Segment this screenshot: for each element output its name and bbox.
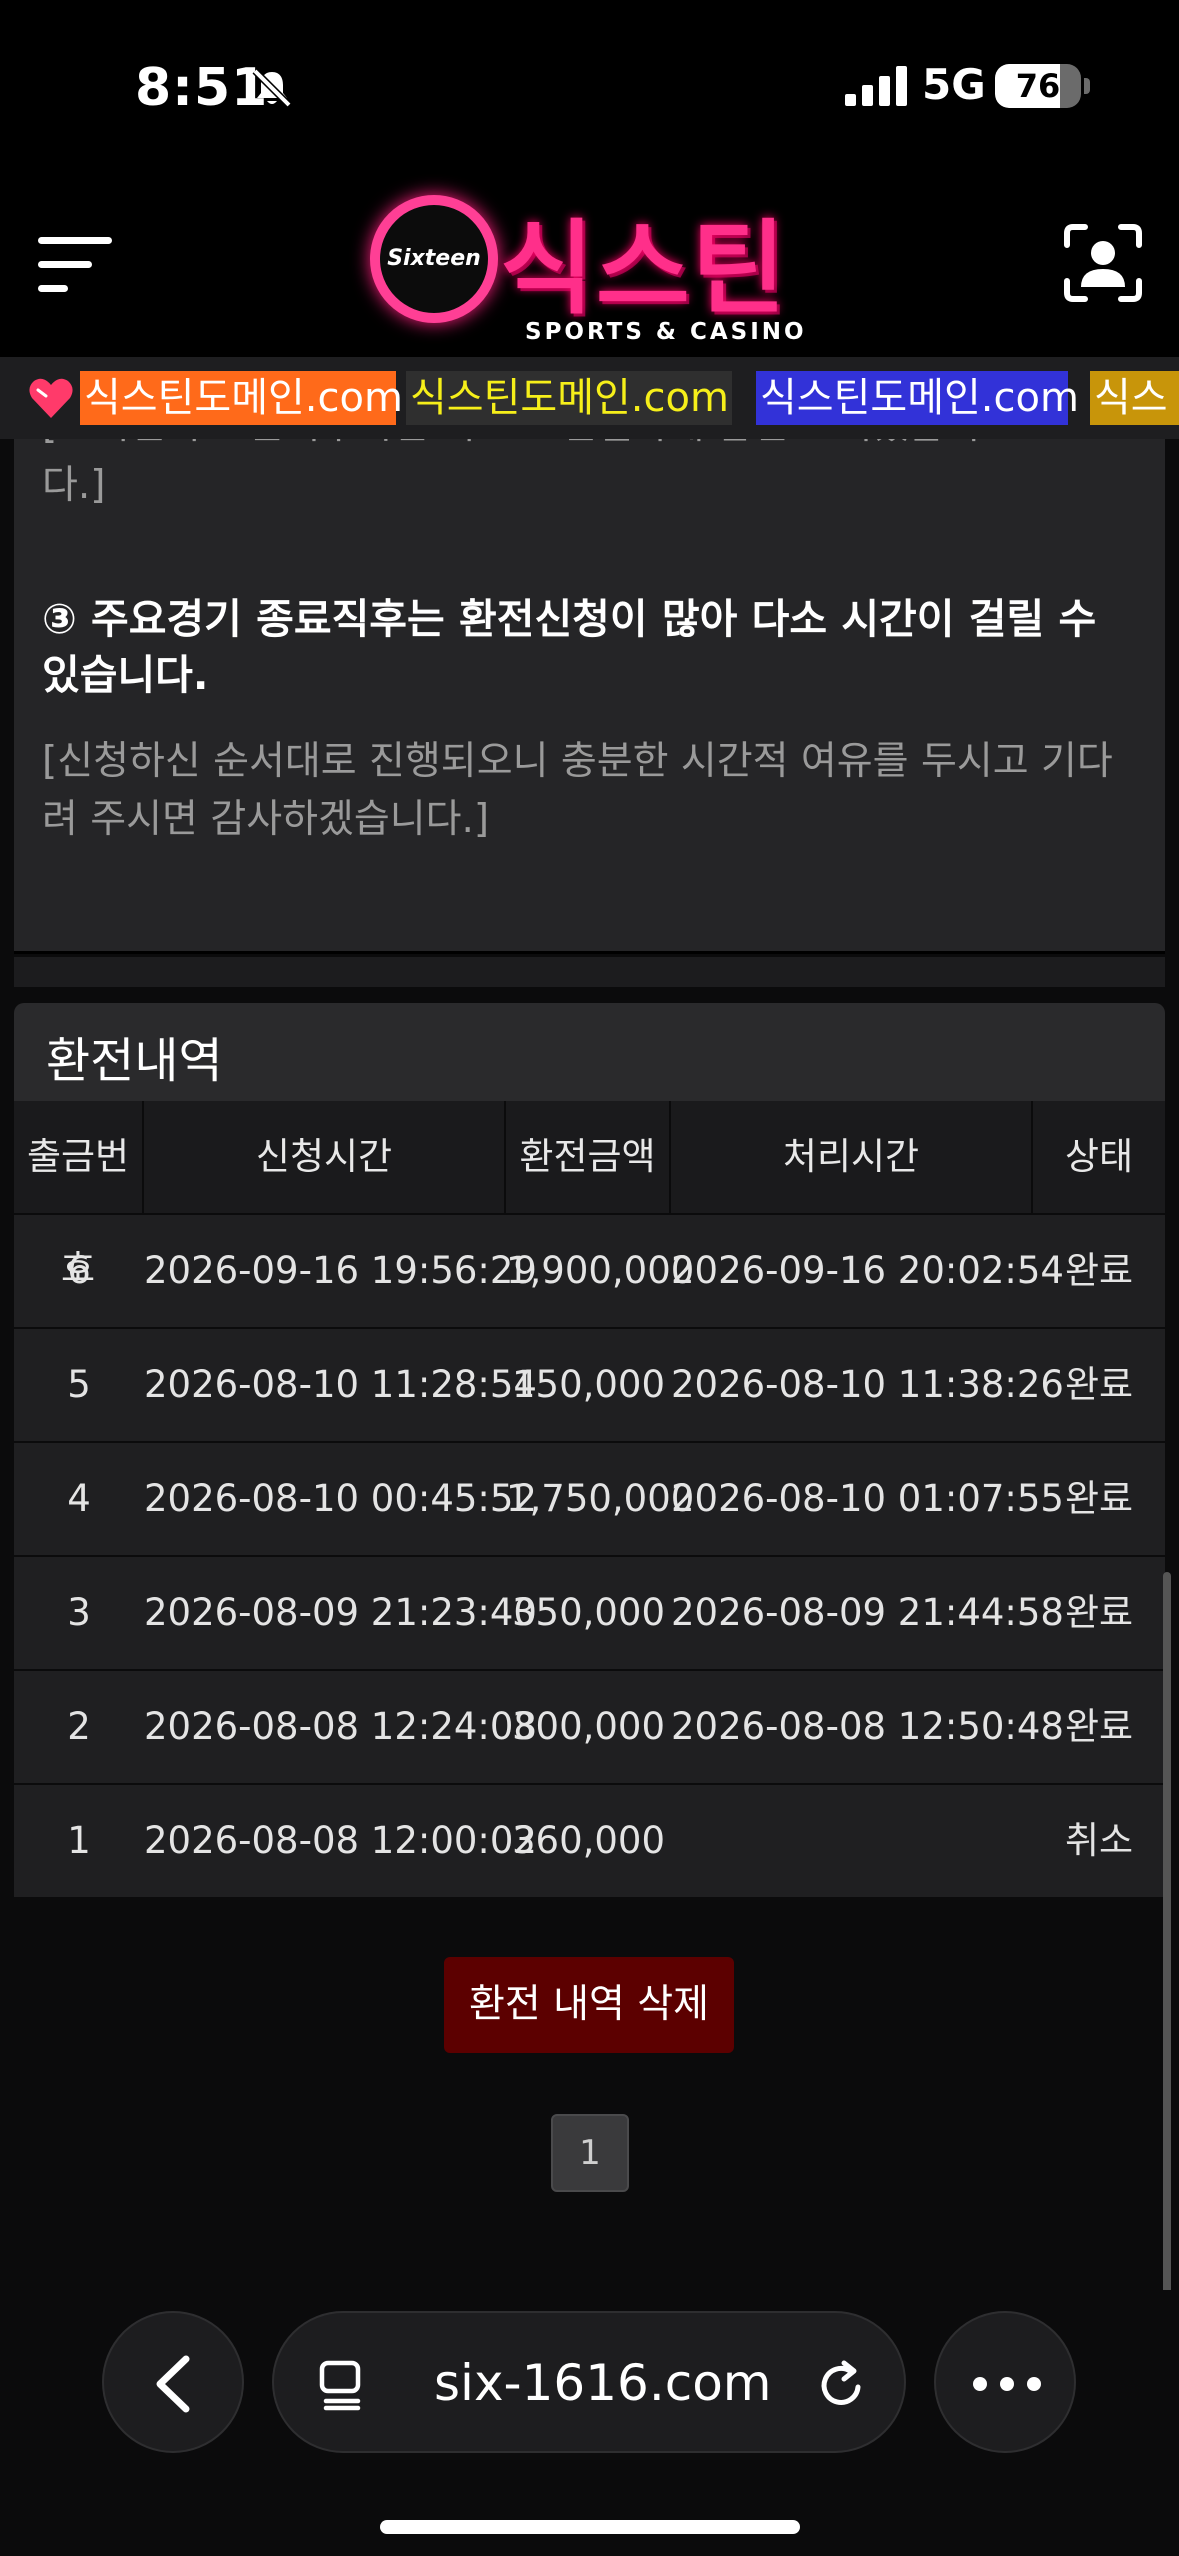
history-header: 환전내역 xyxy=(14,1003,1165,1101)
cell-status: 완료 xyxy=(1064,1363,1134,1406)
logo-ring-text: Sixteen xyxy=(387,246,481,271)
marquee-item[interactable]: 식스틴도메인.com xyxy=(80,371,403,425)
profile-scan-icon[interactable] xyxy=(1063,223,1143,303)
cell-id: 2 xyxy=(67,1705,91,1748)
cell-request-time: 2026-08-10 00:45:52 xyxy=(144,1477,537,1520)
site-logo[interactable]: Sixteen 식스틴 SPORTS & CASINO xyxy=(370,195,810,345)
cell-status: 완료 xyxy=(1064,1705,1134,1748)
heart-icon xyxy=(29,378,73,418)
logo-main-text: 식스틴 xyxy=(500,210,788,329)
battery-cap xyxy=(1084,78,1090,94)
cell-amount: 1,750,000 xyxy=(506,1477,695,1520)
table-row: 6 2026-09-16 19:56:29 1,900,000 2026-09-… xyxy=(14,1213,1165,1327)
notice-cut-line: [고객센터로 문의주시면 빠르고 친절하게 답변 드리겠습니 xyxy=(42,439,1142,455)
cell-process-time: 2026-08-10 11:38:26 xyxy=(671,1363,1064,1406)
cell-request-time: 2026-08-09 21:23:40 xyxy=(144,1591,537,1634)
column-header: 환전금액 xyxy=(506,1101,671,1213)
browser-toolbar: six-1616.com xyxy=(0,2290,1179,2556)
chevron-left-icon xyxy=(156,2355,190,2413)
reload-icon[interactable] xyxy=(814,2357,870,2413)
status-bar: 8:51 5G 76 xyxy=(0,0,1179,175)
home-indicator xyxy=(380,2520,800,2534)
notice-heading: ③ 주요경기 종료직후는 환전신청이 많아 다소 시간이 걸릴 수 있습니다. xyxy=(42,595,1097,699)
battery-icon: 76 xyxy=(995,64,1081,108)
cell-process-time: 2026-08-10 01:07:55 xyxy=(671,1477,1064,1520)
cell-amount: 300,000 xyxy=(511,1705,665,1748)
cellular-signal-icon xyxy=(845,66,907,106)
marquee-item[interactable]: 식스틴도메인.com xyxy=(406,371,732,425)
cell-id: 1 xyxy=(67,1819,91,1862)
address-bar[interactable]: six-1616.com xyxy=(272,2311,906,2453)
table-row: 1 2026-08-08 12:00:02 360,000 취소 xyxy=(14,1783,1165,1897)
logo-ring: Sixteen xyxy=(370,195,498,323)
table-header: 출금번호 신청시간 환전금액 처리시간 상태 xyxy=(14,1101,1165,1290)
cell-amount: 150,000 xyxy=(511,1363,665,1406)
cell-id: 3 xyxy=(67,1591,91,1634)
history-title: 환전내역 xyxy=(46,1033,223,1089)
table-row: 5 2026-08-10 11:28:54 150,000 2026-08-10… xyxy=(14,1327,1165,1441)
notice-body: [신청하신 순서대로 진행되오니 충분한 시간적 여유를 두시고 기다려 주시면… xyxy=(42,739,1113,842)
delete-history-button[interactable]: 환전 내역 삭제 xyxy=(444,1957,734,2053)
cell-amount: 1,900,000 xyxy=(506,1249,695,1292)
cell-id: 6 xyxy=(67,1249,91,1292)
cell-process-time: 2026-08-09 21:44:58 xyxy=(671,1591,1064,1634)
logo-sub-text: SPORTS & CASINO xyxy=(525,319,807,345)
table-row: 3 2026-08-09 21:23:40 350,000 2026-08-09… xyxy=(14,1555,1165,1669)
cell-process-time: 2026-09-16 20:02:54 xyxy=(671,1249,1064,1292)
battery-level: 76 xyxy=(1015,67,1061,105)
cell-status: 취소 xyxy=(1064,1819,1134,1862)
notice-panel: [고객센터로 문의주시면 빠르고 친절하게 답변 드리겠습니 다.] ③ 주요경… xyxy=(14,439,1165,954)
ellipsis-icon xyxy=(973,2377,1041,2391)
cell-request-time: 2026-08-08 12:24:08 xyxy=(144,1705,537,1748)
cell-request-time: 2026-09-16 19:56:29 xyxy=(144,1249,537,1292)
cell-status: 완료 xyxy=(1064,1249,1134,1292)
column-header: 상태 xyxy=(1064,1135,1134,1178)
cell-status: 완료 xyxy=(1064,1591,1134,1634)
cell-process-time xyxy=(671,1785,1033,1897)
domain-marquee: 식스틴도메인.com 식스틴도메인.com 식스틴도메인.com 식스 xyxy=(0,357,1179,439)
table-row: 2 2026-08-08 12:24:08 300,000 2026-08-08… xyxy=(14,1669,1165,1783)
network-label: 5G xyxy=(922,60,986,109)
cell-amount: 360,000 xyxy=(511,1819,665,1862)
cell-request-time: 2026-08-10 11:28:54 xyxy=(144,1363,537,1406)
history-table: 출금번호 신청시간 환전금액 처리시간 상태 6 2026-09-16 19:5… xyxy=(14,1101,1165,1897)
marquee-item[interactable]: 식스 xyxy=(1090,371,1179,425)
hamburger-menu-icon[interactable] xyxy=(38,231,112,299)
table-row: 4 2026-08-10 00:45:52 1,750,000 2026-08-… xyxy=(14,1441,1165,1555)
pagination-page-button[interactable]: 1 xyxy=(551,2114,629,2192)
section-divider xyxy=(14,957,1165,987)
tab-overview-icon xyxy=(319,2360,361,2411)
cell-status: 완료 xyxy=(1064,1477,1134,1520)
site-header: Sixteen 식스틴 SPORTS & CASINO xyxy=(0,175,1179,357)
status-time: 8:51 xyxy=(135,58,269,118)
more-options-button[interactable] xyxy=(934,2311,1076,2453)
url-text: six-1616.com xyxy=(434,2354,772,2412)
cell-request-time: 2026-08-08 12:00:02 xyxy=(144,1819,537,1862)
cell-process-time: 2026-08-08 12:50:48 xyxy=(671,1705,1064,1748)
cell-id: 4 xyxy=(67,1477,91,1520)
notice-cut-end: 다.] xyxy=(42,463,106,508)
column-header: 처리시간 xyxy=(671,1101,1033,1213)
page-scrollbar[interactable] xyxy=(1163,1572,1171,2342)
cell-id: 5 xyxy=(67,1363,91,1406)
marquee-item[interactable]: 식스틴도메인.com xyxy=(756,371,1079,425)
bell-muted-icon xyxy=(252,68,292,108)
column-header: 출금번호 xyxy=(14,1101,144,1290)
column-header: 신청시간 xyxy=(144,1101,506,1213)
back-button[interactable] xyxy=(102,2311,244,2453)
cell-amount: 350,000 xyxy=(511,1591,665,1634)
